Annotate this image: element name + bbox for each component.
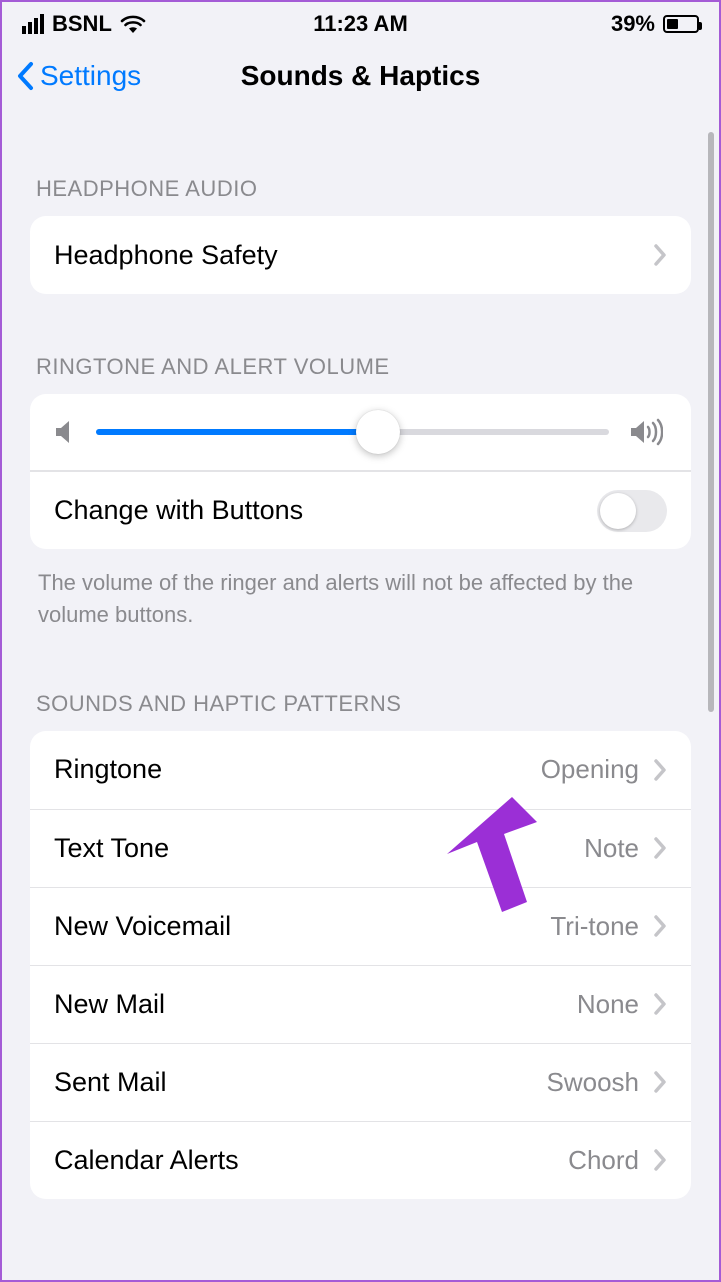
row-label: Text Tone (54, 833, 584, 864)
status-bar: BSNL 11:23 AM 39% (2, 2, 719, 46)
volume-slider-row (30, 394, 691, 471)
row-value: Opening (541, 754, 639, 785)
chevron-right-icon (653, 915, 667, 937)
row-label: Headphone Safety (54, 240, 653, 271)
speaker-low-icon (54, 419, 76, 445)
back-label: Settings (40, 60, 141, 92)
row-sound-pattern[interactable]: Calendar AlertsChord (30, 1121, 691, 1199)
switch-knob (600, 493, 636, 529)
section-header-sound-patterns: SOUNDS AND HAPTIC PATTERNS (30, 691, 691, 717)
chevron-left-icon (16, 61, 36, 91)
row-sound-pattern[interactable]: New VoicemailTri-tone (30, 887, 691, 965)
chevron-right-icon (653, 837, 667, 859)
toggle-change-with-buttons[interactable] (597, 490, 667, 532)
row-sound-pattern[interactable]: RingtoneOpening (30, 731, 691, 809)
row-value: Swoosh (547, 1067, 640, 1098)
chevron-right-icon (653, 244, 667, 266)
row-label: Ringtone (54, 754, 541, 785)
row-value: Chord (568, 1145, 639, 1176)
section-header-headphone-audio: HEADPHONE AUDIO (30, 176, 691, 202)
chevron-right-icon (653, 1071, 667, 1093)
row-label: New Voicemail (54, 911, 550, 942)
row-label: Sent Mail (54, 1067, 547, 1098)
chevron-right-icon (653, 993, 667, 1015)
section-header-ringtone-volume: RINGTONE AND ALERT VOLUME (30, 354, 691, 380)
back-button[interactable]: Settings (16, 60, 141, 92)
row-label: Change with Buttons (54, 495, 597, 526)
battery-icon (663, 15, 699, 33)
clock: 11:23 AM (2, 11, 719, 37)
row-sound-pattern[interactable]: New MailNone (30, 965, 691, 1043)
row-headphone-safety[interactable]: Headphone Safety (30, 216, 691, 294)
chevron-right-icon (653, 759, 667, 781)
nav-bar: Settings Sounds & Haptics (2, 46, 719, 106)
slider-thumb[interactable] (356, 410, 400, 454)
row-label: Calendar Alerts (54, 1145, 568, 1176)
speaker-high-icon (629, 418, 663, 446)
row-label: New Mail (54, 989, 577, 1020)
section-footer-ringtone-volume: The volume of the ringer and alerts will… (30, 549, 691, 631)
group-ringtone-volume: Change with Buttons (30, 394, 691, 549)
row-sound-pattern[interactable]: Sent MailSwoosh (30, 1043, 691, 1121)
row-value: Note (584, 833, 639, 864)
row-value: Tri-tone (550, 911, 639, 942)
chevron-right-icon (653, 1149, 667, 1171)
group-headphone-audio: Headphone Safety (30, 216, 691, 294)
row-sound-pattern[interactable]: Text ToneNote (30, 809, 691, 887)
volume-slider[interactable] (96, 429, 609, 435)
row-change-with-buttons[interactable]: Change with Buttons (30, 471, 691, 549)
group-sound-patterns: RingtoneOpeningText ToneNoteNew Voicemai… (30, 731, 691, 1199)
row-value: None (577, 989, 639, 1020)
battery-fill (667, 19, 678, 29)
scroll-indicator[interactable] (708, 132, 714, 712)
